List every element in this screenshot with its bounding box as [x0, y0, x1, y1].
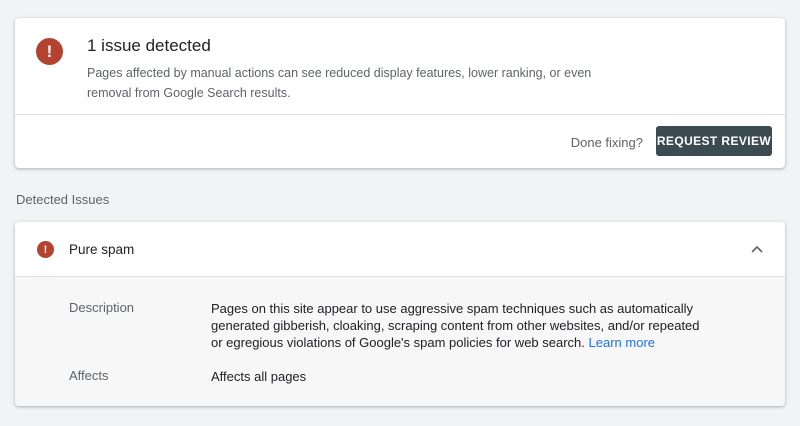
issue-title: Pure spam — [69, 242, 135, 257]
affects-value: Affects all pages — [211, 369, 307, 384]
issue-card: ! Pure spam Description Pages on this si… — [15, 222, 785, 406]
issue-summary-card: ! 1 issue detected Pages affected by man… — [15, 18, 785, 168]
description-label: Description — [69, 300, 135, 315]
affects-label: Affects — [69, 368, 109, 383]
done-fixing-label: Done fixing? — [570, 135, 643, 150]
error-icon: ! — [36, 38, 63, 65]
summary-title: 1 issue detected — [87, 36, 211, 55]
summary-divider — [15, 114, 785, 115]
summary-description: Pages affected by manual actions can see… — [87, 66, 592, 100]
chevron-up-icon[interactable] — [749, 241, 765, 257]
issue-header-toggle[interactable]: ! Pure spam — [15, 222, 785, 276]
description-value: Pages on this site appear to use aggress… — [211, 300, 711, 351]
error-icon: ! — [37, 241, 54, 258]
detected-issues-heading: Detected Issues — [16, 192, 110, 207]
issue-details: Description Pages on this site appear to… — [15, 276, 785, 406]
learn-more-link[interactable]: Learn more — [589, 335, 655, 350]
request-review-button[interactable]: REQUEST REVIEW — [656, 126, 772, 156]
